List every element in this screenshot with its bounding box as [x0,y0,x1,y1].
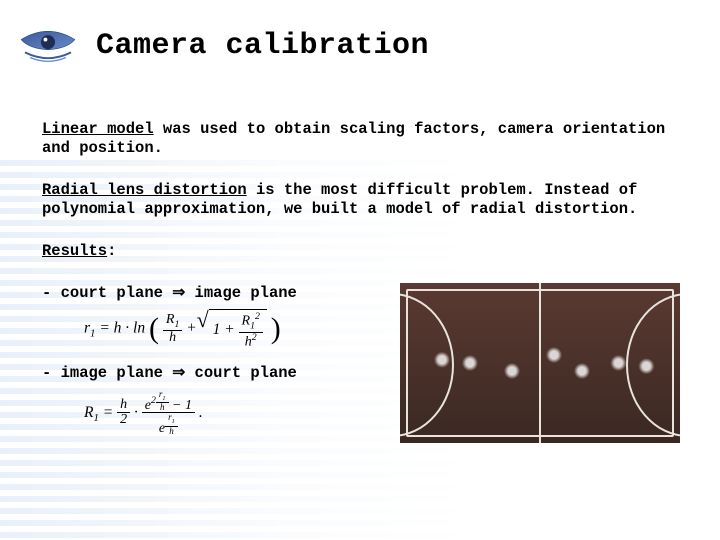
paragraph-linear-model: Linear model was used to obtain scaling … [42,120,680,159]
formula-R1: R1 = h 2 · e2r1h − 1 er1h . [84,390,380,437]
slide-title: Camera calibration [96,29,429,63]
lead-linear-model: Linear model [42,120,154,138]
slide-header: Camera calibration [0,0,720,70]
results-label: Results [42,242,107,260]
map2-post: court plane [185,364,297,382]
eye-icon [16,26,80,66]
map1-post: image plane [185,284,297,302]
mapping-court-to-image: - court plane ⇒ image plane [42,283,380,303]
results-colon: : [107,242,116,260]
slide-body: Linear model was used to obtain scaling … [0,70,720,450]
results-heading: Results: [42,242,680,261]
slide-content: Camera calibration Linear model was used… [0,0,720,450]
map1-pre: - court plane [42,284,172,302]
lead-radial-distortion: Radial lens distortion [42,181,247,199]
formula-r1: r1 = h · ln ( R1 h + √ 1 + R12 h2 [84,309,380,349]
map2-pre: - image plane [42,364,172,382]
arrow-icon: ⇒ [172,364,185,381]
arrow-icon: ⇒ [172,284,185,301]
mapping-image-to-court: - image plane ⇒ court plane [42,363,380,383]
court-image [400,283,680,443]
eye-logo [12,22,84,70]
paragraph-radial-distortion: Radial lens distortion is the most diffi… [42,181,680,220]
